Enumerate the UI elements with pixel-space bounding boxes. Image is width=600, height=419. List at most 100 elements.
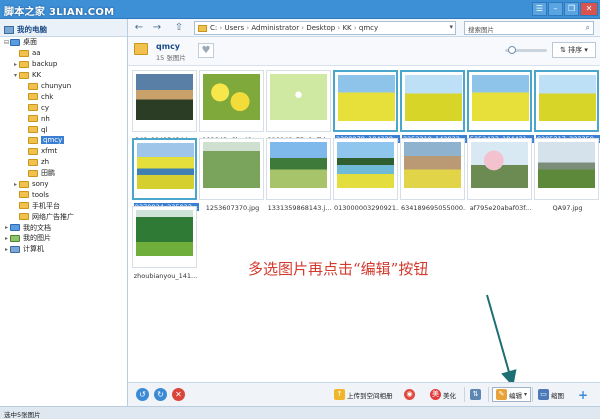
upload-label: 上传到空间相册 xyxy=(347,391,393,400)
thumbnail-image xyxy=(405,75,462,121)
expand-toggle-icon[interactable] xyxy=(21,148,28,155)
expand-toggle-icon[interactable] xyxy=(21,83,28,90)
heart-icon[interactable]: ♥ xyxy=(198,43,214,58)
chevron-down-icon[interactable]: ▾ xyxy=(449,23,453,31)
chevron-down-icon[interactable]: ▾ xyxy=(524,391,527,398)
zoom-slider[interactable] xyxy=(505,46,547,54)
expand-toggle-icon[interactable]: ▸ xyxy=(3,235,10,242)
tree-item-label: 手机平台 xyxy=(32,201,60,210)
expand-toggle-icon[interactable]: ⊟ xyxy=(3,39,10,46)
tree-item[interactable]: aa xyxy=(0,48,127,59)
expand-toggle-icon[interactable] xyxy=(12,202,19,209)
thumbnail-item[interactable]: af795e20abaf03f... xyxy=(467,138,532,212)
expand-toggle-icon[interactable] xyxy=(12,50,19,57)
expand-toggle-icon[interactable]: ▾ xyxy=(12,72,19,79)
tree-item[interactable]: ql xyxy=(0,124,127,135)
thumbnail-item[interactable]: 210148z75u8uffd... xyxy=(266,70,331,144)
search-icon[interactable]: ⌕ xyxy=(586,23,590,33)
tree-item-label: 我的文档 xyxy=(23,223,51,232)
expand-toggle-icon[interactable]: ▸ xyxy=(12,181,19,188)
thumbnail-item[interactable]: 9370834_235023... xyxy=(132,138,199,211)
expand-toggle-icon[interactable] xyxy=(21,170,28,177)
expand-toggle-icon[interactable] xyxy=(21,159,28,166)
thumbnail-item[interactable]: 349_09413424.jpg xyxy=(132,70,197,144)
thumbnail-item[interactable]: 3252219_142922... xyxy=(400,70,467,143)
breadcrumb-item[interactable]: Desktop xyxy=(306,24,335,32)
rotate-left-icon[interactable]: ↺ xyxy=(136,388,149,401)
thumbnail-item[interactable]: 8205317_222359... xyxy=(534,70,600,143)
tree-item[interactable]: ⊟ 桌面 xyxy=(0,37,127,48)
delete-icon[interactable]: ✕ xyxy=(172,388,185,401)
expand-toggle-icon[interactable]: ▸ xyxy=(3,224,10,231)
thumbnail-image xyxy=(472,75,529,121)
expand-toggle-icon[interactable] xyxy=(21,115,28,122)
tree-item[interactable]: ▸ 我的文档 xyxy=(0,222,127,233)
forward-arrow-icon[interactable]: → xyxy=(150,21,164,35)
expand-toggle-icon[interactable] xyxy=(21,104,28,111)
tree-item[interactable]: 网络广告推广 xyxy=(0,211,127,222)
folder-icon xyxy=(28,158,38,166)
tree-item[interactable]: cy xyxy=(0,102,127,113)
breadcrumb-item[interactable]: Users xyxy=(225,24,245,32)
tree-item[interactable]: ▸ 计算机 xyxy=(0,244,127,255)
upload-album-button[interactable]: ↑ 上传到空间相册 xyxy=(334,387,393,402)
tree-item[interactable]: ▸ sony xyxy=(0,179,127,190)
beautify-button[interactable]: 美 美化 xyxy=(430,387,456,402)
weibo-button[interactable]: ◉ xyxy=(404,387,415,402)
zoom-slider-handle[interactable] xyxy=(508,46,517,54)
expand-toggle-icon[interactable] xyxy=(21,137,28,144)
up-folder-icon[interactable]: ⇧ xyxy=(172,21,186,35)
folder-icon xyxy=(19,60,29,68)
tree-item[interactable]: ▸ 我的图片 xyxy=(0,233,127,244)
rotate-right-icon[interactable]: ↻ xyxy=(154,388,167,401)
thumbnail-item[interactable]: 2398978_184228... xyxy=(333,70,400,143)
tree-item[interactable]: chk xyxy=(0,91,127,102)
thumbnail-item[interactable]: 013000003290921... xyxy=(333,138,399,212)
breadcrumb-item[interactable]: qmcy xyxy=(359,24,378,32)
tree-item[interactable]: chunyun xyxy=(0,81,127,92)
tree-item[interactable]: 手机平台 xyxy=(0,200,127,211)
tree-item[interactable]: zh xyxy=(0,157,127,168)
address-bar[interactable]: C: › Users › Administrator › Desktop › K… xyxy=(194,21,456,35)
thumbnail-item[interactable]: 1331359868143.j... xyxy=(266,138,331,212)
tree-item[interactable]: 田鹏 xyxy=(0,168,127,179)
expand-toggle-icon[interactable] xyxy=(12,191,19,198)
tree-item-label: backup xyxy=(32,60,58,69)
minimize-icon[interactable]: – xyxy=(548,2,563,16)
tree-item[interactable]: nh xyxy=(0,113,127,124)
expand-toggle-icon[interactable] xyxy=(21,93,28,100)
compare-button[interactable]: ⇅ xyxy=(470,387,481,402)
thumbnail-item[interactable]: 182843q6bq49rr... xyxy=(199,70,264,144)
expand-toggle-icon[interactable]: ▸ xyxy=(12,61,19,68)
close-icon[interactable]: ✕ xyxy=(580,2,598,16)
thumbnail-image xyxy=(270,74,327,120)
tree-item[interactable]: ▸ backup xyxy=(0,59,127,70)
thumbnail-button[interactable]: ▭ 缩图 xyxy=(538,387,564,402)
menu-icon[interactable]: ☰ xyxy=(532,2,547,16)
sort-button[interactable]: ⇅ 排序 ▾ xyxy=(552,42,596,58)
breadcrumb-item[interactable]: KK xyxy=(342,24,351,32)
expand-toggle-icon[interactable]: ▸ xyxy=(3,246,10,253)
back-arrow-icon[interactable]: ← xyxy=(132,21,146,35)
thumbnail-item[interactable]: 634189695055000... xyxy=(400,138,466,212)
tree-item-label: tools xyxy=(32,190,49,199)
tree-item[interactable]: xfmt xyxy=(0,146,127,157)
maximize-icon[interactable]: ❐ xyxy=(564,2,579,16)
edit-button[interactable]: ✎ 编辑 ▾ xyxy=(492,387,532,402)
tree-root-label: 我的电脑 xyxy=(17,25,47,34)
thumbnail-item[interactable]: zhoubianyou_141... xyxy=(132,206,197,280)
add-icon[interactable]: + xyxy=(578,387,588,402)
breadcrumb-item[interactable]: Administrator xyxy=(251,24,299,32)
thumbnail-item[interactable]: 5252423_184421... xyxy=(467,70,534,143)
folder-tree: 我的电脑 ⊟ 桌面 aa ▸ backup ▾ KK chunyun chk cy nh ql qmcy… xyxy=(0,19,128,406)
tree-item[interactable]: qmcy xyxy=(0,135,127,146)
expand-toggle-icon[interactable] xyxy=(21,126,28,133)
thumbnail-item[interactable]: 1253607370.jpg xyxy=(199,138,264,212)
search-input[interactable]: 搜索图片 ⌕ xyxy=(464,21,594,35)
expand-toggle-icon[interactable] xyxy=(12,213,19,220)
tree-item[interactable]: tools xyxy=(0,189,127,200)
thumbnail-caption: 013000003290921... xyxy=(334,204,399,212)
thumbnail-item[interactable]: QA97.jpg xyxy=(534,138,599,212)
tree-item[interactable]: ▾ KK xyxy=(0,70,127,81)
tree-root[interactable]: 我的电脑 xyxy=(0,19,127,37)
